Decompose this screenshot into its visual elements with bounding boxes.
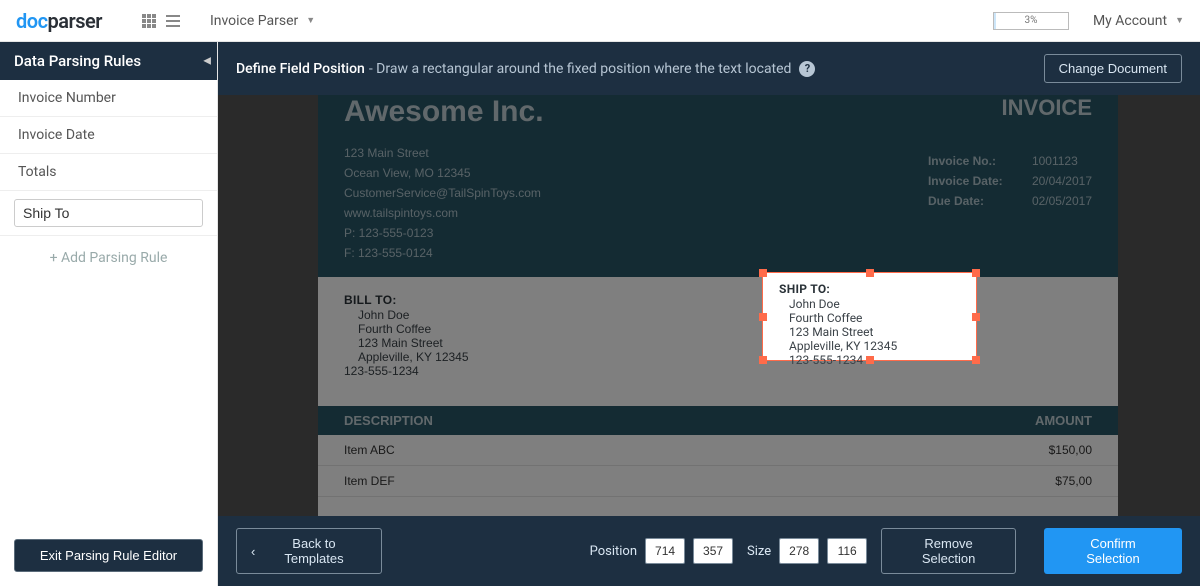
size-label: Size — [747, 544, 771, 559]
add-parsing-rule-button[interactable]: + Add Parsing Rule — [0, 236, 217, 280]
caret-down-icon: ▼ — [1175, 15, 1184, 26]
doc-table-header: DESCRIPTION AMOUNT — [318, 406, 1118, 435]
doc-invoice-label: INVOICE — [1002, 95, 1092, 121]
doc-bill-to: BILL TO: John Doe Fourth Coffee 123 Main… — [344, 293, 469, 378]
exit-editor-button[interactable]: Exit Parsing Rule Editor — [14, 539, 203, 572]
bottom-bar: ‹ Back to Templates Position Size Remove… — [218, 516, 1200, 586]
back-to-templates-button[interactable]: ‹ Back to Templates — [236, 528, 382, 574]
progress-text: 3% — [1024, 15, 1037, 26]
doc-table-row: Item ABC $150,00 — [318, 435, 1118, 466]
progress-indicator: 3% — [993, 12, 1069, 30]
resize-handle-top[interactable] — [866, 269, 874, 277]
parser-name: Invoice Parser — [210, 13, 298, 29]
logo[interactable]: docparser — [16, 9, 102, 33]
my-account-dropdown[interactable]: My Account ▼ — [1093, 13, 1184, 29]
chevron-left-icon[interactable]: ◀ — [203, 56, 211, 67]
list-view-icon[interactable] — [166, 14, 180, 28]
resize-handle-bottom-left[interactable] — [759, 356, 767, 364]
doc-invoice-meta: Invoice No.:1001123 Invoice Date:20/04/2… — [928, 151, 1092, 211]
selection-box[interactable]: SHIP TO: John Doe Fourth Coffee 123 Main… — [762, 272, 977, 361]
header-desc: - Draw a rectangular around the fixed po… — [369, 61, 792, 77]
resize-handle-left[interactable] — [759, 313, 767, 321]
document-viewport[interactable]: Awesome Inc. INVOICE 123 Main Street Oce… — [218, 95, 1200, 516]
sidebar-title: Data Parsing Rules — [14, 52, 141, 70]
position-x-input[interactable] — [645, 538, 685, 564]
doc-company-name: Awesome Inc. — [344, 95, 1092, 143]
resize-handle-bottom[interactable] — [866, 356, 874, 364]
remove-selection-button[interactable]: Remove Selection — [881, 528, 1016, 574]
logo-prefix: doc — [16, 9, 48, 33]
rule-item-totals[interactable]: Totals — [0, 154, 217, 191]
document-preview: Awesome Inc. INVOICE 123 Main Street Oce… — [318, 95, 1118, 516]
help-icon[interactable]: ? — [799, 61, 815, 77]
grid-view-icon[interactable] — [142, 14, 156, 28]
position-y-input[interactable] — [693, 538, 733, 564]
caret-down-icon: ▼ — [306, 15, 315, 26]
doc-table-row: Item DEF $75,00 — [318, 466, 1118, 497]
resize-handle-right[interactable] — [972, 313, 980, 321]
rule-item-invoice-date[interactable]: Invoice Date — [0, 117, 217, 154]
logo-suffix: parser — [48, 9, 102, 33]
position-label: Position — [590, 544, 637, 559]
sidebar: Data Parsing Rules ◀ Invoice Number Invo… — [0, 42, 218, 586]
size-h-input[interactable] — [827, 538, 867, 564]
chevron-left-icon: ‹ — [251, 544, 255, 559]
content-header: Define Field Position - Draw a rectangul… — [218, 42, 1200, 95]
change-document-button[interactable]: Change Document — [1044, 54, 1182, 83]
parser-dropdown[interactable]: Invoice Parser ▼ — [210, 13, 315, 29]
top-bar: docparser Invoice Parser ▼ 3% My Account… — [0, 0, 1200, 42]
resize-handle-top-left[interactable] — [759, 269, 767, 277]
confirm-selection-button[interactable]: Confirm Selection — [1044, 528, 1182, 574]
header-title: Define Field Position — [236, 61, 365, 77]
sidebar-header[interactable]: Data Parsing Rules ◀ — [0, 42, 217, 80]
rule-name-input[interactable] — [14, 199, 203, 227]
my-account-label: My Account — [1093, 13, 1167, 29]
rule-item-invoice-number[interactable]: Invoice Number — [0, 80, 217, 117]
size-w-input[interactable] — [779, 538, 819, 564]
resize-handle-bottom-right[interactable] — [972, 356, 980, 364]
resize-handle-top-right[interactable] — [972, 269, 980, 277]
